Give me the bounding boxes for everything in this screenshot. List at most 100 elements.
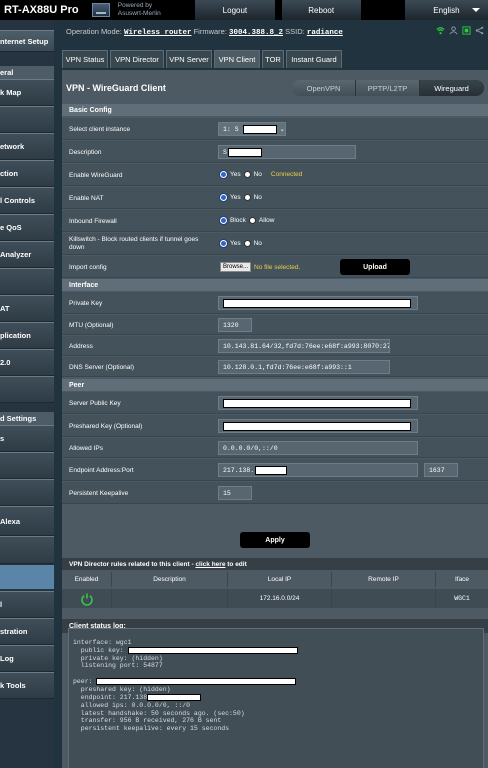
sidebar-item-blank-4[interactable] xyxy=(0,452,54,479)
sidebar-item-adaptive-qos[interactable]: e QoS xyxy=(0,214,54,241)
select-client-label: Select client instance xyxy=(69,126,131,133)
ssid-link[interactable]: radiance xyxy=(307,29,343,37)
log-line: peer: xyxy=(73,678,93,686)
keepalive-input[interactable]: 15 xyxy=(218,486,252,500)
tab-wireguard[interactable]: Wireguard xyxy=(420,80,484,96)
sidebar-item-traffic-analyzer[interactable]: Analyzer xyxy=(0,241,54,268)
preshared-key-input[interactable] xyxy=(218,419,418,433)
allowed-ips-input[interactable]: 0.0.0.0/0,::/0 xyxy=(218,441,418,455)
row-allowed-ips: Allowed IPs 0.0.0.0/0,::/0 xyxy=(62,438,488,458)
section-basic-config: Basic Config xyxy=(62,104,488,116)
dns-label: DNS Server (Optional) xyxy=(69,364,135,371)
nat-no-radio[interactable] xyxy=(243,194,251,201)
description-input[interactable]: S xyxy=(218,145,356,159)
nat-yes-radio[interactable] xyxy=(220,194,227,201)
sidebar-item-application[interactable]: plication xyxy=(0,322,54,349)
description-cell xyxy=(112,589,228,608)
sidebar-item-wireless[interactable]: s xyxy=(0,425,54,452)
sidebar-item-2-0[interactable]: 2.0 xyxy=(0,349,54,376)
mtu-input[interactable]: 1320 xyxy=(218,318,252,332)
row-inbound-firewall: Inbound Firewall Block Allow xyxy=(62,210,488,232)
sidebar-item-firewall[interactable]: l xyxy=(0,591,54,618)
client-status-log[interactable]: interface: wgc1 public key: private key:… xyxy=(68,628,484,768)
iface-cell: WGC1 xyxy=(454,595,470,602)
tab-tor[interactable]: TOR xyxy=(262,50,284,68)
killswitch-label: Killswitch - Block routed clients if tun… xyxy=(69,236,199,251)
sidebar-item-blank-6[interactable] xyxy=(0,536,54,564)
killswitch-yes-radio[interactable] xyxy=(220,240,227,247)
page-title: VPN - WireGuard Client xyxy=(66,83,166,93)
tab-vpn-server[interactable]: VPN Server xyxy=(166,50,212,68)
killswitch-no-radio[interactable] xyxy=(243,240,251,247)
col-local-ip: Local IP xyxy=(228,572,332,587)
tab-vpn-status[interactable]: VPN Status xyxy=(62,50,108,68)
row-select-client: Select client instance 1: S ⌄ xyxy=(62,118,488,140)
enable-wg-no-radio[interactable] xyxy=(243,171,251,178)
endpoint-label: Endpoint Address:Port xyxy=(69,467,134,474)
upload-button[interactable]: Upload xyxy=(340,259,410,275)
sidebar-item-blank-1[interactable] xyxy=(0,106,54,133)
logout-button[interactable]: Logout xyxy=(194,0,275,20)
tab-vpn-client[interactable]: VPN Client xyxy=(214,50,260,68)
sidebar-item-blank-5[interactable] xyxy=(0,479,54,506)
endpoint-address-input[interactable]: 217.138. xyxy=(218,463,418,477)
client-instance-select[interactable]: 1: S ⌄ xyxy=(218,122,286,136)
firewall-block-radio[interactable] xyxy=(220,217,227,224)
router-model: RT-AX88U Pro xyxy=(4,4,79,16)
power-icon[interactable] xyxy=(80,592,94,606)
col-remote-ip: Remote IP xyxy=(332,572,436,587)
sidebar-item-network-tools[interactable]: k Tools xyxy=(0,672,54,699)
tab-instant-guard[interactable]: Instant Guard xyxy=(286,50,342,68)
opmode-link[interactable]: Wireless router xyxy=(124,29,192,37)
sidebar-header-advanced-settings: d Settings xyxy=(0,412,54,425)
share-icon[interactable] xyxy=(475,26,484,35)
endpoint-port-input[interactable]: 1637 xyxy=(424,463,458,477)
reboot-button[interactable]: Reboot xyxy=(280,0,361,20)
sidebar-item-internet-setup[interactable]: nternet Setup xyxy=(0,30,54,52)
import-config-label: Import config xyxy=(69,264,107,271)
file-picker: Browse... No file selected. xyxy=(220,262,300,272)
address-input[interactable]: 10.143.81.64/32,fd7d:76ee:e68f:a993:8070… xyxy=(218,339,390,353)
no-label: No xyxy=(253,240,262,247)
sidebar-item-administration[interactable]: stration xyxy=(0,618,54,645)
user-icon[interactable] xyxy=(449,26,458,35)
usb-icon[interactable] xyxy=(462,26,471,35)
wifi-icon[interactable] xyxy=(436,26,445,35)
tab-pptp-l2tp[interactable]: PPTP/L2TP xyxy=(356,80,420,96)
firmware-link[interactable]: 3004.388.8_2 xyxy=(229,29,283,37)
log-line: transfer: 956 B received, 276 B sent xyxy=(73,717,222,725)
apply-button[interactable]: Apply xyxy=(240,532,310,548)
enable-wg-yes-radio[interactable] xyxy=(220,171,227,178)
sidebar-item-alexa[interactable]: Alexa xyxy=(0,506,54,536)
browse-button[interactable]: Browse... xyxy=(220,262,252,272)
preshared-key-label: Preshared Key (Optional) xyxy=(69,423,143,430)
sidebar-item-vpn-active[interactable] xyxy=(0,565,54,589)
sidebar-item-network-map[interactable]: k Map xyxy=(0,79,54,106)
rules-title-prefix: VPN Director rules related to this clien… xyxy=(69,560,194,568)
chevron-down-icon xyxy=(472,8,480,12)
language-select[interactable]: English xyxy=(403,0,488,20)
redacted-block xyxy=(227,147,262,157)
sidebar-item-network[interactable]: etwork xyxy=(0,133,54,160)
sidebar-item-parental-controls[interactable]: l Controls xyxy=(0,187,54,214)
click-here-link[interactable]: click here xyxy=(195,561,225,568)
tab-openvpn[interactable]: OpenVPN xyxy=(292,80,356,96)
server-public-key-input[interactable] xyxy=(218,396,418,410)
sidebar-item-system-log[interactable]: Log xyxy=(0,645,54,672)
log-line: allowed ips: 0.0.0.0/0, ::/0 xyxy=(73,701,191,709)
firewall-allow-radio[interactable] xyxy=(248,217,256,224)
private-key-input[interactable] xyxy=(218,296,418,310)
sidebar-item-blank-2[interactable] xyxy=(0,268,54,295)
section-peer: Peer xyxy=(62,379,488,391)
server-public-key-label: Server Public Key xyxy=(69,400,121,407)
connection-status: Connected xyxy=(270,171,303,178)
sidebar-item-blank-3[interactable] xyxy=(0,376,54,403)
sidebar-item-protection[interactable]: ction xyxy=(0,160,54,187)
log-line: private key: (hidden) xyxy=(73,654,163,662)
row-description: Description S xyxy=(62,141,488,163)
chevron-down-icon: ⌄ xyxy=(279,126,285,133)
sidebar-item-nat[interactable]: AT xyxy=(0,295,54,322)
firewall-radios: Block Allow xyxy=(220,217,274,224)
tab-vpn-director[interactable]: VPN Director xyxy=(110,50,164,68)
dns-input[interactable]: 10.128.0.1,fd7d:76ee:e68f:a993::1 xyxy=(218,360,390,374)
